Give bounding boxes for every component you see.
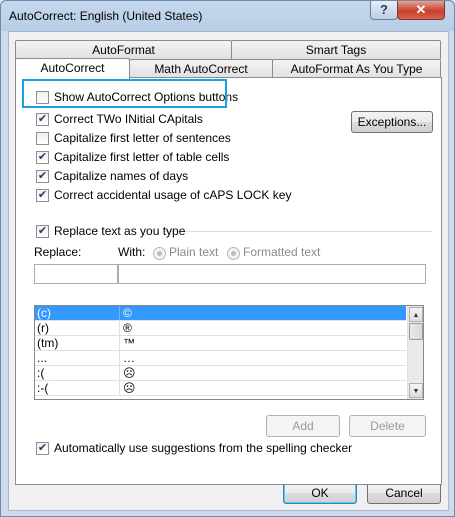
with-label: With: — [118, 245, 146, 259]
column-separator — [119, 306, 120, 320]
capitalize-table-cells-label: Capitalize first letter of table cells — [54, 150, 230, 164]
correct-two-initial-checkbox[interactable]: ✔ — [36, 113, 49, 126]
replace-text-checkbox[interactable]: ✔ — [36, 225, 49, 238]
caps-lock-checkbox[interactable]: ✔ — [36, 189, 49, 202]
close-button[interactable]: ✕ — [397, 1, 445, 20]
scroll-thumb[interactable] — [409, 323, 423, 340]
capitalize-days-label: Capitalize names of days — [54, 169, 189, 183]
entry-with: … — [123, 351, 135, 365]
entry-with: ™ — [123, 336, 135, 350]
list-item[interactable]: (tm) ™ — [35, 336, 406, 351]
column-separator — [119, 381, 120, 395]
ok-button[interactable]: OK — [283, 482, 357, 504]
capitalize-sentences-checkbox[interactable] — [36, 132, 49, 145]
replace-input[interactable] — [34, 264, 118, 284]
column-separator — [119, 366, 120, 380]
entry-replace: ... — [37, 351, 48, 365]
list-item[interactable]: ... … — [35, 351, 406, 366]
column-separator — [119, 351, 120, 365]
entry-replace: :-( — [37, 381, 49, 395]
entry-with: ☹ — [123, 381, 136, 395]
scroll-up-icon[interactable]: ▲ — [409, 307, 423, 322]
capitalize-table-cells-checkbox[interactable]: ✔ — [36, 151, 49, 164]
add-button[interactable]: Add — [266, 415, 340, 437]
entry-with: © — [123, 306, 132, 320]
list-item[interactable]: (r) ® — [35, 321, 406, 336]
tab-autocorrect[interactable]: AutoCorrect — [15, 58, 130, 79]
list-scrollbar[interactable]: ▲ ▼ — [407, 306, 423, 399]
list-item[interactable]: :( ☹ — [35, 366, 406, 381]
entry-with: ☹ — [123, 366, 136, 380]
list-item[interactable]: :-( ☹ — [35, 381, 406, 396]
with-input[interactable] — [118, 264, 426, 284]
column-separator — [119, 336, 120, 350]
highlight-box — [22, 79, 227, 108]
delete-button[interactable]: Delete — [349, 415, 426, 437]
window-title: AutoCorrect: English (United States) — [9, 9, 203, 23]
help-button[interactable]: ? — [370, 1, 398, 20]
auto-suggest-label: Automatically use suggestions from the s… — [54, 441, 353, 455]
autocorrect-panel: Show AutoCorrect Options buttons ✔ Corre… — [15, 77, 442, 485]
formatted-text-label: Formatted text — [243, 245, 321, 259]
column-separator — [119, 321, 120, 335]
formatted-text-radio[interactable] — [227, 247, 240, 260]
caps-lock-label: Correct accidental usage of cAPS LOCK ke… — [54, 188, 292, 202]
auto-suggest-checkbox[interactable]: ✔ — [36, 442, 49, 455]
title-bar: AutoCorrect: English (United States) ? ✕ — [1, 1, 454, 31]
capitalize-days-checkbox[interactable]: ✔ — [36, 170, 49, 183]
capitalize-sentences-label: Capitalize first letter of sentences — [54, 131, 231, 145]
plain-text-radio[interactable] — [153, 247, 166, 260]
group-divider — [164, 231, 432, 232]
scroll-down-icon[interactable]: ▼ — [409, 383, 423, 398]
entry-with: ® — [123, 321, 132, 335]
entry-replace: :( — [37, 366, 45, 380]
autocorrect-dialog: AutoCorrect: English (United States) ? ✕… — [0, 0, 455, 517]
entry-replace: (tm) — [37, 336, 59, 350]
tab-autoformat[interactable]: AutoFormat — [15, 40, 232, 59]
list-item[interactable]: (c) © — [35, 306, 406, 321]
replace-label: Replace: — [34, 245, 82, 259]
correct-two-initial-label: Correct TWo INitial CApitals — [54, 112, 203, 126]
plain-text-label: Plain text — [169, 245, 219, 259]
cancel-button[interactable]: Cancel — [367, 482, 441, 504]
replace-text-label: Replace text as you type — [54, 224, 186, 238]
exceptions-button[interactable]: Exceptions... — [351, 111, 433, 133]
entry-replace: (c) — [37, 306, 51, 320]
entry-replace: (r) — [37, 321, 49, 335]
tab-math-autocorrect[interactable]: Math AutoCorrect — [129, 59, 273, 78]
tab-autoformat-as-you-type[interactable]: AutoFormat As You Type — [272, 59, 441, 78]
tab-smart-tags[interactable]: Smart Tags — [231, 40, 441, 59]
autocorrect-entries-list[interactable]: (c) © (r) ® (tm) ™... … :( ☹ :-( ☹ ▲ ▼ — [34, 305, 424, 400]
